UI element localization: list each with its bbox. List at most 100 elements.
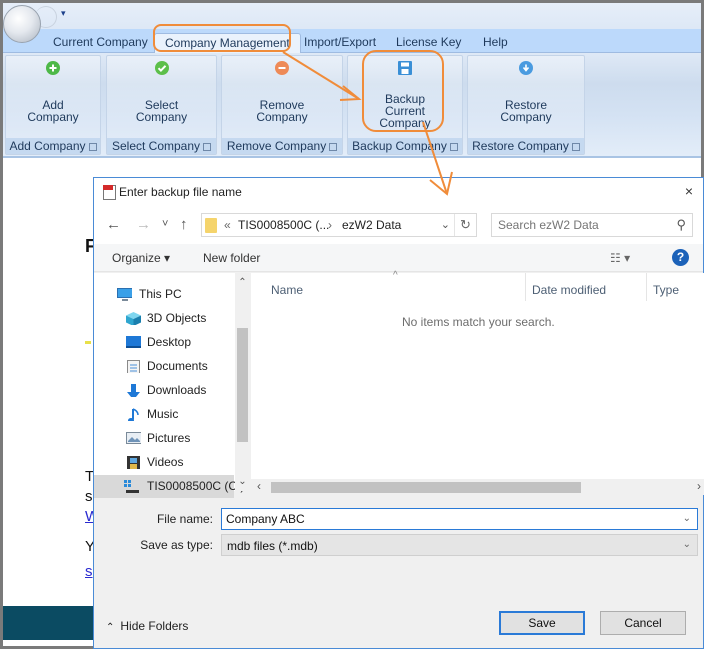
nav-item-videos[interactable]: Videos — [94, 451, 234, 474]
download-circle-icon — [519, 61, 533, 75]
nav-item-music[interactable]: Music — [94, 403, 234, 426]
ribbon-group-select-company: Select Company Select Company — [106, 55, 217, 155]
nav-item-label: TIS0008500C (C:) — [147, 479, 245, 493]
nav-item-documents[interactable]: Documents — [94, 355, 234, 378]
ribbon-tab-bar: Current Company Company Management Impor… — [3, 29, 701, 53]
nav-item-local-drive[interactable]: TIS0008500C (C:) — [94, 475, 244, 498]
scrollbar-thumb[interactable] — [237, 328, 248, 442]
remove-company-button[interactable]: Remove Company — [222, 56, 342, 138]
file-list-horizontal-scrollbar[interactable]: ‹ › — [251, 479, 704, 495]
save-as-type-dropdown-icon[interactable]: ⌄ — [683, 539, 691, 550]
breadcrumb-separator[interactable]: › — [328, 218, 332, 232]
nav-item-pictures[interactable]: Pictures — [94, 427, 234, 450]
nav-item-label: Pictures — [147, 431, 191, 445]
file-list: Name ^ Date modified Type No items match… — [251, 270, 704, 491]
tab-company-management[interactable]: Company Management — [154, 33, 301, 53]
check-circle-icon — [154, 61, 169, 75]
dialog-title: Enter backup file name — [119, 185, 242, 199]
plus-circle-icon — [46, 61, 60, 75]
column-separator[interactable] — [525, 273, 526, 301]
caption-text: Backup Company — [352, 139, 447, 153]
column-header-name[interactable]: Name — [271, 283, 303, 297]
save-file-dialog: Enter backup file name × ← → ˅ ↑ « TIS00… — [93, 177, 704, 649]
breadcrumb-folder[interactable]: ezW2 Data — [342, 218, 401, 232]
empty-message: No items match your search. — [402, 315, 555, 329]
breadcrumb-drive[interactable]: TIS0008500C (... — [238, 218, 329, 232]
address-bar[interactable]: « TIS0008500C (... › ezW2 Data ⌄ ↻ — [201, 213, 477, 237]
save-as-type-row: Save as type: mdb files (*.mdb) ⌄ — [94, 534, 703, 556]
tab-help[interactable]: Help — [473, 33, 518, 53]
picture-icon — [126, 432, 141, 444]
scroll-down-icon[interactable]: ⌄ — [235, 476, 250, 487]
page-link-fragment[interactable]: s — [85, 563, 93, 580]
backup-current-company-button[interactable]: Backup Current Company — [348, 56, 462, 138]
file-name-input[interactable] — [222, 509, 662, 529]
organize-button[interactable]: Organize ▾ — [112, 251, 170, 265]
close-icon[interactable]: × — [685, 183, 693, 199]
column-header-type[interactable]: Type — [653, 283, 679, 297]
navigation-pane-scrollbar[interactable]: ⌃ ⌄ — [235, 273, 250, 491]
application-menu-button[interactable] — [3, 5, 41, 43]
group-caption: Add Company — [6, 138, 100, 154]
tab-import-export[interactable]: Import/Export — [294, 33, 386, 53]
nav-item-desktop[interactable]: Desktop — [94, 331, 234, 354]
nav-item-this-pc[interactable]: This PC — [94, 283, 234, 306]
dialog-launcher-icon[interactable] — [571, 143, 580, 151]
button-label: Company — [135, 110, 188, 124]
column-separator[interactable] — [646, 273, 647, 301]
chevron-up-icon: ⌃ — [106, 622, 115, 633]
recent-locations-icon[interactable]: ˅ — [162, 218, 168, 230]
search-box: ⚲ — [491, 213, 693, 237]
select-company-button[interactable]: Select Company — [107, 56, 216, 138]
file-name-dropdown-icon[interactable]: ⌄ — [683, 513, 691, 524]
scroll-right-icon[interactable]: › — [697, 479, 701, 493]
save-button[interactable]: Save — [499, 611, 585, 635]
page-text-fragment: s — [85, 488, 93, 505]
help-icon[interactable]: ? — [672, 249, 689, 266]
column-header-date-modified[interactable]: Date modified — [532, 283, 606, 297]
overflow-chevron[interactable]: « — [224, 218, 231, 232]
film-icon — [127, 456, 140, 469]
change-view-button[interactable]: ☷ ▾ — [610, 251, 630, 265]
group-caption: Remove Company — [222, 138, 342, 154]
dialog-launcher-icon[interactable] — [88, 143, 97, 151]
dialog-launcher-icon[interactable] — [203, 143, 212, 151]
nav-item-label: Documents — [147, 359, 208, 373]
address-dropdown-icon[interactable]: ⌄ — [441, 218, 450, 231]
tab-current-company[interactable]: Current Company — [43, 33, 158, 53]
scroll-up-icon[interactable]: ⌃ — [235, 277, 250, 288]
scroll-left-icon[interactable]: ‹ — [257, 479, 261, 493]
refresh-icon[interactable]: ↻ — [454, 214, 476, 236]
scrollbar-thumb[interactable] — [271, 482, 581, 493]
restore-company-button[interactable]: Restore Company — [468, 56, 584, 138]
ribbon-panel: Add Company Add Company Select Company S… — [3, 53, 701, 158]
cancel-button[interactable]: Cancel — [600, 611, 686, 635]
forward-arrow-icon[interactable]: → — [136, 216, 151, 233]
save-as-type-value: mdb files (*.mdb) — [227, 539, 318, 553]
back-arrow-icon[interactable]: ← — [106, 216, 121, 233]
hide-folders-button[interactable]: ⌃ Hide Folders — [106, 619, 188, 633]
caption-text: Restore Company — [472, 139, 569, 153]
nav-item-label: This PC — [139, 287, 182, 301]
save-as-type-select[interactable]: mdb files (*.mdb) ⌄ — [221, 534, 698, 556]
new-folder-button[interactable]: New folder — [203, 251, 260, 265]
highlight-mark — [85, 341, 91, 344]
file-name-row: File name: ⌄ — [94, 508, 703, 530]
app-document-icon — [103, 185, 116, 200]
save-as-type-label: Save as type: — [140, 538, 213, 552]
document-icon — [127, 360, 140, 373]
search-input[interactable] — [492, 214, 668, 236]
nav-item-label: 3D Objects — [147, 311, 207, 325]
caption-text: Remove Company — [226, 139, 327, 153]
search-icon[interactable]: ⚲ — [676, 217, 686, 233]
add-company-button[interactable]: Add Company — [6, 56, 100, 138]
caption-text: Select Company — [111, 139, 201, 153]
nav-item-downloads[interactable]: Downloads — [94, 379, 234, 402]
dialog-launcher-icon[interactable] — [329, 143, 338, 151]
dialog-title-bar: Enter backup file name × — [94, 178, 703, 206]
up-arrow-icon[interactable]: ↑ — [180, 216, 188, 233]
customize-toolbar-dropdown-icon[interactable]: ▾ — [61, 8, 66, 19]
dialog-launcher-icon[interactable] — [449, 143, 458, 151]
tab-license-key[interactable]: License Key — [386, 33, 471, 53]
nav-item-3d-objects[interactable]: 3D Objects — [94, 307, 234, 330]
